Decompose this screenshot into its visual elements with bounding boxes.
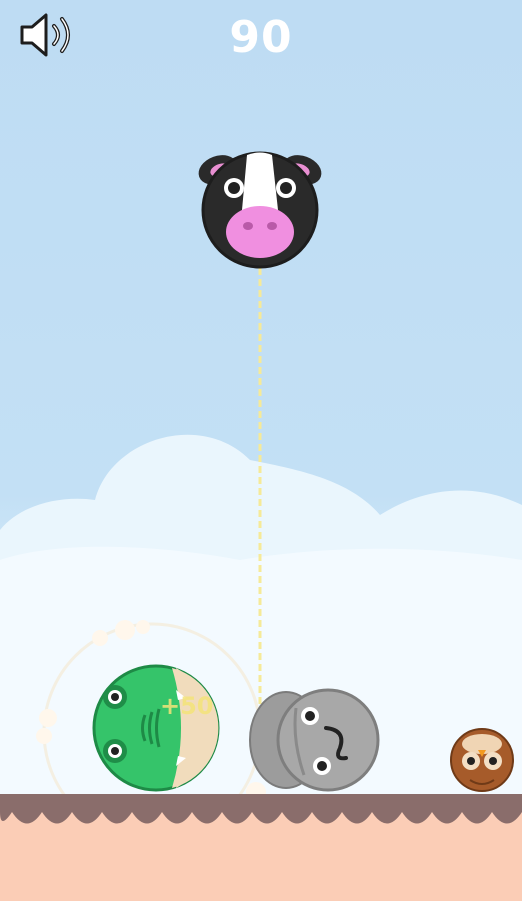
ground <box>0 794 522 901</box>
score-display: 90 <box>229 12 293 63</box>
game-scene <box>0 151 522 901</box>
owl-piece <box>450 728 514 792</box>
points-popup: +50 <box>160 692 214 720</box>
cow-piece-dropper <box>198 151 322 269</box>
frog-piece <box>92 664 220 792</box>
elephant-piece <box>249 688 380 792</box>
game-stage[interactable]: 90 +50 <box>0 0 522 901</box>
